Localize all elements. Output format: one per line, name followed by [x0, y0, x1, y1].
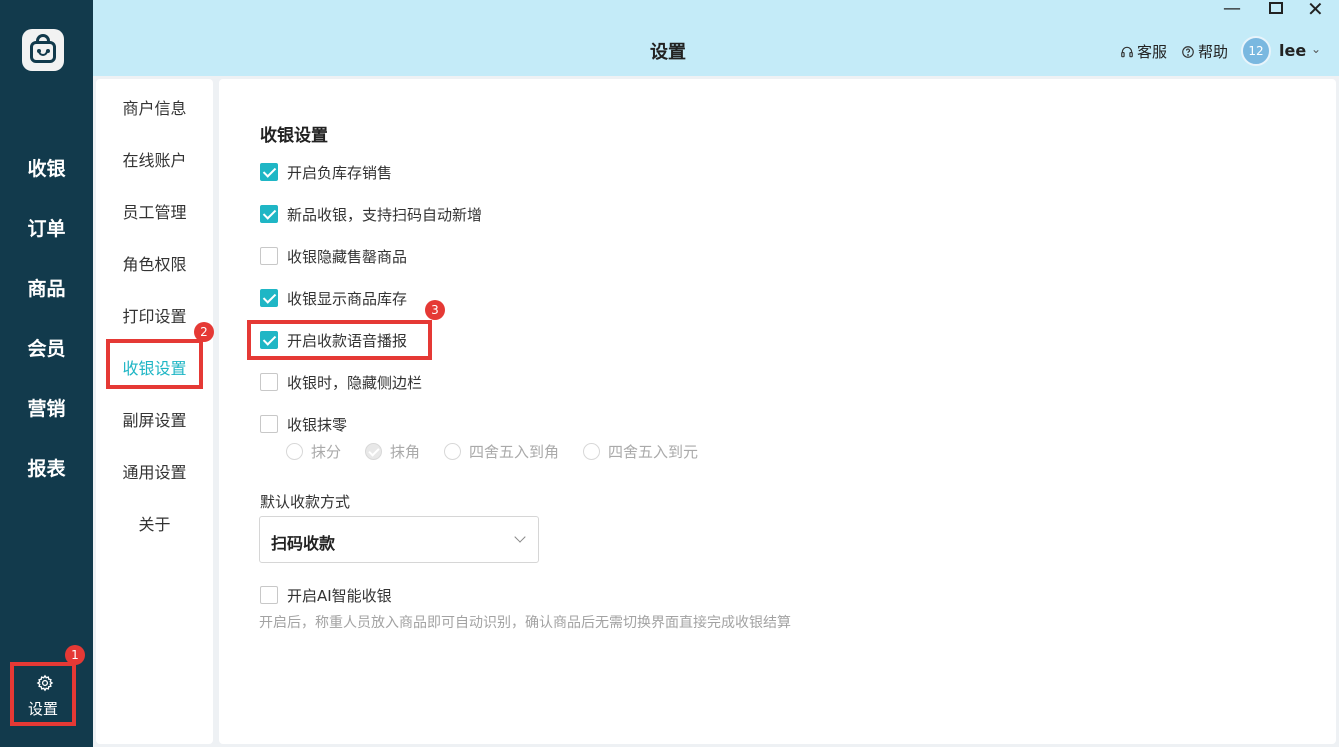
- help-link[interactable]: 帮助: [1181, 41, 1228, 62]
- submenu-general[interactable]: 通用设置: [96, 459, 213, 483]
- chevron-down-icon: [514, 531, 526, 543]
- radio-circle[interactable]: [365, 443, 383, 460]
- nav-settings-label: 设置: [27, 700, 58, 718]
- payment-method-select[interactable]: 扫码收款: [259, 516, 539, 563]
- option-hide-sidebar[interactable]: 收银时，隐藏侧边栏: [260, 371, 422, 393]
- help-icon: [1182, 45, 1194, 58]
- radio-circle[interactable]: [444, 443, 462, 460]
- option-label: 开启负库存销售: [287, 163, 393, 182]
- checkbox[interactable]: [260, 289, 278, 307]
- submenu-about[interactable]: 关于: [96, 511, 213, 535]
- app-logo-icon: [22, 29, 64, 71]
- checkbox[interactable]: [260, 163, 278, 181]
- ai-cashier-hint: 开启后，称重人员放入商品即可自动识别，确认商品后无需切换界面直接完成收银结算: [259, 615, 791, 631]
- option-label: 收银显示商品库存: [287, 289, 408, 308]
- submenu-merchant-info[interactable]: 商户信息: [96, 95, 213, 119]
- nav-marketing[interactable]: 营销: [0, 394, 93, 421]
- settings-panel: 收银设置 开启负库存销售 新品收银，支持扫码自动新增 收银隐藏售罄商品 收银显示…: [219, 79, 1336, 744]
- option-label: 新品收银，支持扫码自动新增: [287, 205, 483, 224]
- option-label: 收银隐藏售罄商品: [287, 247, 408, 266]
- submenu-print[interactable]: 打印设置: [96, 303, 213, 327]
- highlight-frame-option: [247, 320, 432, 360]
- submenu-roles[interactable]: 角色权限: [96, 251, 213, 275]
- avatar[interactable]: 12: [1241, 36, 1271, 66]
- radio-round-fen[interactable]: 抹分: [286, 441, 341, 462]
- nav-orders[interactable]: 订单: [0, 214, 93, 241]
- option-rounding[interactable]: 收银抹零: [260, 413, 347, 435]
- help-label: 帮助: [1198, 43, 1229, 61]
- option-label: 收银抹零: [287, 415, 348, 434]
- rounding-radio-group: 抹分 抹角 四舍五入到角 四舍五入到元: [286, 441, 722, 462]
- radio-round-to-jiao[interactable]: 四舍五入到角: [444, 441, 559, 462]
- radio-label: 抹角: [390, 443, 421, 461]
- checkbox[interactable]: [260, 205, 278, 223]
- radio-circle[interactable]: [583, 443, 601, 460]
- radio-label: 四舍五入到角: [469, 443, 560, 461]
- payment-method-value: 扫码收款: [271, 534, 336, 553]
- option-new-product-scan[interactable]: 新品收银，支持扫码自动新增: [260, 203, 482, 225]
- settings-submenu: 商户信息 在线账户 员工管理 角色权限 打印设置 收银设置 副屏设置 通用设置 …: [96, 79, 213, 744]
- maximize-icon[interactable]: [1269, 2, 1283, 14]
- nav-reports[interactable]: 报表: [0, 454, 93, 481]
- headset-icon: [1121, 46, 1133, 57]
- payment-method-label: 默认收款方式: [260, 493, 351, 511]
- radio-label: 四舍五入到元: [608, 443, 699, 461]
- radio-circle[interactable]: [286, 443, 303, 460]
- chevron-down-icon[interactable]: ⌄: [1311, 42, 1321, 56]
- step-badge-2: 2: [194, 322, 214, 342]
- option-hide-sold-out[interactable]: 收银隐藏售罄商品: [260, 245, 407, 267]
- checkbox[interactable]: [260, 373, 278, 391]
- close-icon[interactable]: ✕: [1307, 0, 1324, 21]
- minimize-icon[interactable]: —: [1223, 0, 1241, 19]
- username[interactable]: lee: [1279, 41, 1306, 60]
- main-sidebar: 收银 订单 商品 会员 营销 报表 设置 1: [0, 0, 93, 747]
- checkbox[interactable]: [260, 415, 278, 433]
- nav-settings[interactable]: 设置: [10, 662, 76, 726]
- top-header: 设置 — ✕ 客服 帮助 12 lee ⌄: [93, 0, 1339, 76]
- customer-service-label: 客服: [1137, 43, 1168, 61]
- option-negative-stock[interactable]: 开启负库存销售: [260, 161, 392, 183]
- radio-round-jiao[interactable]: 抹角: [365, 441, 420, 462]
- option-ai-cashier[interactable]: 开启AI智能收银: [260, 584, 392, 606]
- option-label: 开启AI智能收银: [287, 586, 392, 605]
- nav-members[interactable]: 会员: [0, 334, 93, 361]
- checkbox[interactable]: [260, 586, 278, 604]
- nav-products[interactable]: 商品: [0, 274, 93, 301]
- submenu-staff[interactable]: 员工管理: [96, 199, 213, 223]
- radio-label: 抹分: [311, 443, 342, 461]
- submenu-online-account[interactable]: 在线账户: [96, 147, 213, 171]
- radio-round-to-yuan[interactable]: 四舍五入到元: [583, 441, 698, 462]
- page-title: 设置: [650, 42, 686, 63]
- section-title: 收银设置: [260, 126, 328, 146]
- option-label: 收银时，隐藏侧边栏: [287, 373, 423, 392]
- submenu-second-screen[interactable]: 副屏设置: [96, 407, 213, 431]
- step-badge-3: 3: [425, 300, 445, 320]
- customer-service-link[interactable]: 客服: [1120, 41, 1167, 62]
- highlight-frame-submenu: [106, 339, 203, 389]
- gear-icon: [36, 674, 54, 692]
- nav-cashier[interactable]: 收银: [0, 154, 93, 181]
- step-badge-1: 1: [65, 645, 85, 665]
- option-show-stock[interactable]: 收银显示商品库存: [260, 287, 407, 309]
- checkbox[interactable]: [260, 247, 278, 265]
